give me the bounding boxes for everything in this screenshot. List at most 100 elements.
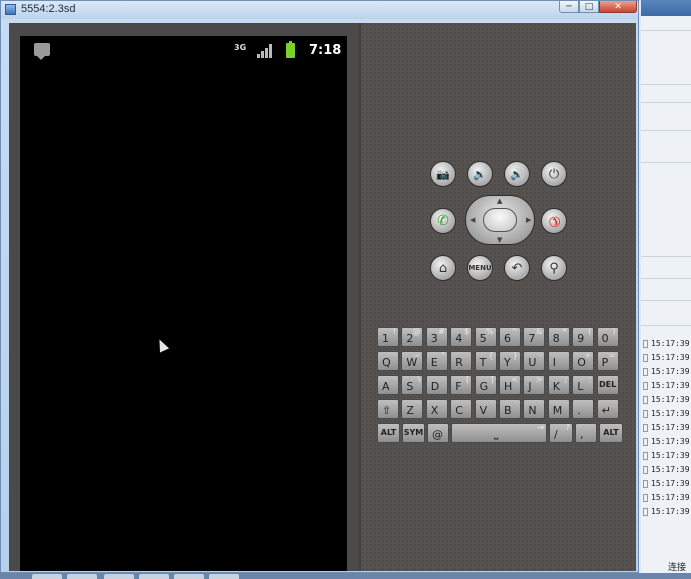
key-alt-label: ^	[511, 327, 518, 336]
key-sym[interactable]: SYM	[402, 423, 425, 443]
taskbar-button[interactable]	[209, 574, 239, 579]
key-row2-4[interactable]: T{	[474, 351, 497, 371]
dpad-center-button[interactable]	[483, 208, 517, 232]
key-label: R	[455, 356, 463, 369]
key-row2-8[interactable]: O +	[572, 351, 595, 371]
key-row3-6[interactable]: J >	[523, 375, 546, 395]
taskbar-button[interactable]	[174, 574, 204, 579]
status-time: 7:18	[309, 43, 342, 58]
key-row3-5[interactable]: H <	[499, 375, 521, 395]
dpad-left-icon[interactable]: ◀	[470, 216, 475, 224]
call-button[interactable]: ✆	[430, 208, 456, 234]
key-alt-label: +	[584, 351, 592, 360]
minimize-button[interactable]: ─	[559, 1, 579, 13]
key-row2-2[interactable]: E "	[425, 351, 448, 371]
volume-down-icon: 🔉	[473, 167, 487, 181]
key-label: C	[455, 404, 463, 417]
key-comma[interactable]: ,	[575, 423, 597, 443]
background-window: 15:17:39 15:17:39 15:17:39 15:17:39 15:17:39…	[641, 0, 691, 579]
key-row2-0[interactable]: Q	[377, 351, 399, 371]
key-row1-4[interactable]: 5%	[474, 327, 497, 347]
menu-button[interactable]: MENU	[467, 255, 493, 281]
key-space[interactable]: ⎵ ⇥	[451, 423, 547, 443]
key-alt-label: =	[608, 351, 616, 360]
key-row1-1[interactable]: 2 @	[401, 327, 424, 347]
dpad[interactable]: ▲ ▼ ◀ ▶	[465, 195, 535, 245]
key-alt-label: $	[464, 327, 470, 336]
key-alt-right[interactable]: ALT	[599, 423, 623, 443]
key-row1-2[interactable]: 3 #	[425, 327, 448, 347]
network-3g-icon: 3G	[234, 43, 247, 52]
key-row3-4[interactable]: G]	[474, 375, 497, 395]
key-row2-9[interactable]: P =	[596, 351, 619, 371]
key-at[interactable]: @	[427, 423, 449, 443]
key-row1-7[interactable]: 8 *	[547, 327, 570, 347]
key-row3-7[interactable]: K;	[547, 375, 570, 395]
key-row1-8[interactable]: 9(	[572, 327, 595, 347]
emulator-window: 5554:2.3sd ─ □ ✕ 3G 7:18 📷 🔉 🔊 ⏻ ✆ ▲ ▼ ◀…	[0, 0, 639, 573]
key-row2-1[interactable]: W ~	[401, 351, 424, 371]
key-row3-3[interactable]: F[	[450, 375, 473, 395]
key-row2-3[interactable]: R	[450, 351, 473, 371]
key-row3-9[interactable]: DEL	[596, 375, 619, 395]
key-alt-label: %	[485, 327, 494, 336]
power-button[interactable]: ⏻	[541, 161, 567, 187]
background-window-titlebar	[641, 0, 691, 16]
dpad-down-icon[interactable]: ▼	[497, 236, 502, 244]
title-bar: 5554:2.3sd ─ □ ✕	[1, 1, 638, 19]
key-row4-0[interactable]: ⇧	[377, 399, 399, 419]
key-row2-7[interactable]: I	[547, 351, 570, 371]
key-row3-2[interactable]: D	[425, 375, 448, 395]
volume-up-button[interactable]: 🔊	[504, 161, 530, 187]
home-button[interactable]: ⌂	[430, 255, 456, 281]
key-alt-left[interactable]: ALT	[377, 423, 400, 443]
back-button[interactable]: ↶	[504, 255, 530, 281]
key-row4-4[interactable]: V	[474, 399, 497, 419]
key-slash[interactable]: /?	[549, 423, 573, 443]
key-row4-7[interactable]: M	[547, 399, 570, 419]
key-row4-6[interactable]: N	[523, 399, 546, 419]
maximize-button[interactable]: □	[579, 1, 599, 13]
camera-button[interactable]: 📷	[430, 161, 456, 187]
key-row3-1[interactable]: S \	[401, 375, 424, 395]
key-alt-label: (	[588, 327, 592, 336]
key-row1-5[interactable]: 6 ^	[499, 327, 521, 347]
keyboard-row-numbers: 1! 2 @3 #4 $5% 6 ^ 7 & 8 * 9(0)	[377, 327, 623, 347]
log-row: 15:17:39	[643, 409, 690, 423]
dpad-right-icon[interactable]: ▶	[526, 216, 531, 224]
taskbar-button[interactable]	[67, 574, 97, 579]
key-row1-0[interactable]: 1!	[377, 327, 399, 347]
key-row3-0[interactable]: A	[377, 375, 399, 395]
key-label: Z	[406, 404, 414, 417]
key-alt-label: )	[612, 327, 616, 336]
key-row3-8[interactable]: L:	[572, 375, 595, 395]
key-row4-5[interactable]: B	[499, 399, 521, 419]
key-alt-label: !	[392, 327, 396, 336]
key-row1-6[interactable]: 7 &	[523, 327, 546, 347]
volume-down-button[interactable]: 🔉	[467, 161, 493, 187]
key-row2-5[interactable]: Y}	[499, 351, 521, 371]
key-row4-9[interactable]: ↵	[596, 399, 619, 419]
key-row4-8[interactable]: .	[572, 399, 595, 419]
key-label: 0	[601, 332, 609, 345]
end-call-button[interactable]: ✆	[541, 208, 567, 234]
device-screen[interactable]: 3G 7:18	[20, 36, 347, 571]
key-row4-1[interactable]: Z	[401, 399, 424, 419]
log-row: 15:17:39	[643, 451, 690, 465]
taskbar-button[interactable]	[139, 574, 169, 579]
taskbar-button[interactable]	[104, 574, 134, 579]
key-row2-6[interactable]: U-	[523, 351, 546, 371]
key-row1-9[interactable]: 0)	[596, 327, 619, 347]
dpad-up-icon[interactable]: ▲	[497, 197, 502, 205]
key-row1-3[interactable]: 4 $	[450, 327, 473, 347]
close-button[interactable]: ✕	[599, 1, 637, 13]
log-row: 15:17:39	[643, 493, 690, 507]
volume-up-icon: 🔊	[510, 167, 524, 181]
key-alt-label: [	[466, 375, 470, 384]
taskbar-button[interactable]	[32, 574, 62, 579]
key-label: N	[528, 404, 537, 417]
search-button[interactable]: ⚲	[541, 255, 567, 281]
key-alt-label: ;	[564, 375, 567, 384]
key-row4-3[interactable]: C	[450, 399, 473, 419]
key-row4-2[interactable]: X	[425, 399, 448, 419]
